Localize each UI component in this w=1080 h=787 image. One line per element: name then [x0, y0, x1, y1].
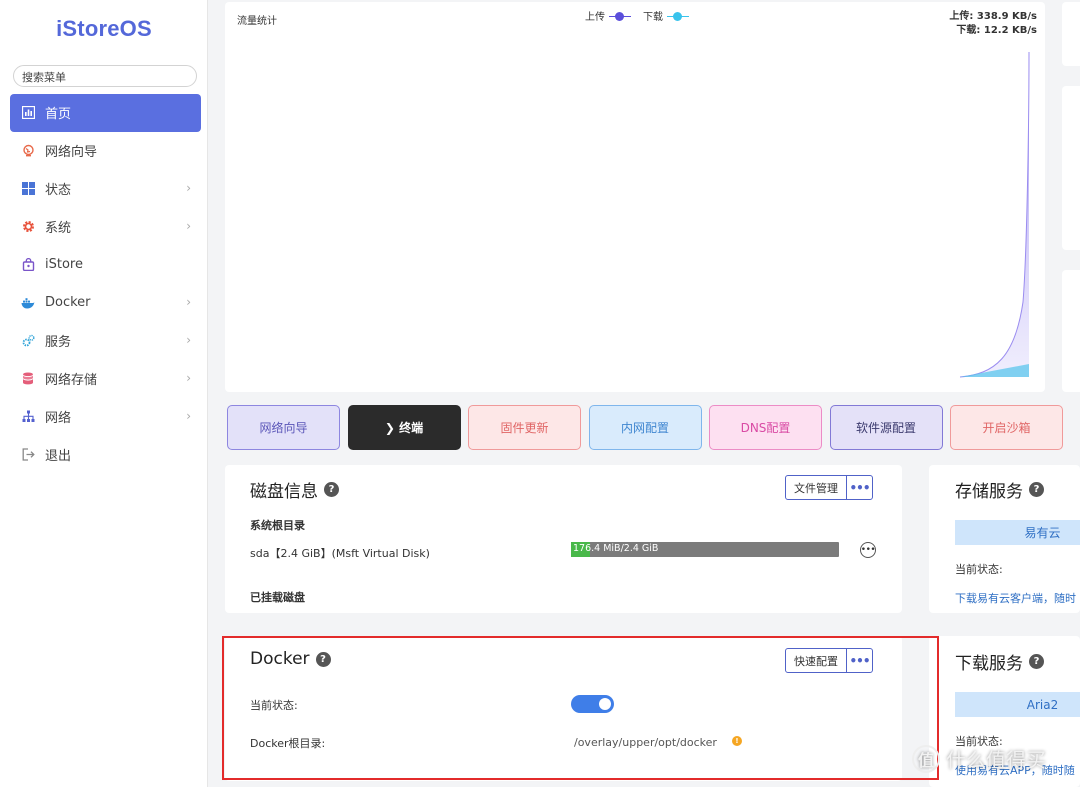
storage-download-link[interactable]: 下载易有云客户端，随时	[955, 590, 1076, 606]
more-dots-icon[interactable]: •••	[847, 476, 872, 499]
sidebar-item-2[interactable]: 状态 ›	[10, 170, 201, 208]
sidebar-item-3[interactable]: 系统 ›	[10, 208, 201, 246]
quick-button-3[interactable]: 内网配置	[588, 405, 702, 450]
chevron-right-icon: ›	[186, 333, 191, 347]
disk-info-title: 磁盘信息 ?	[250, 477, 339, 502]
quick-button-4[interactable]: DNS配置	[709, 405, 822, 450]
mounted-disks-label: 已挂载磁盘	[250, 591, 305, 604]
quick-button-0[interactable]: 网络向导	[227, 405, 340, 450]
chevron-right-icon: ›	[186, 409, 191, 423]
highlight-box	[222, 636, 939, 780]
sidebar-item-8[interactable]: 网络 ›	[10, 398, 201, 436]
database-icon	[21, 372, 35, 386]
app-logo[interactable]: iStoreOS	[0, 16, 208, 42]
sidebar-item-7[interactable]: 网络存储 ›	[10, 360, 201, 398]
disk-name: sda【2.4 GiB】(Msft Virtual Disk)	[250, 547, 430, 560]
storage-status-label: 当前状态:	[955, 563, 1003, 576]
traffic-chart	[959, 51, 1030, 378]
right-card-clipped-2	[1062, 86, 1080, 250]
legend-download-label: 下载	[643, 12, 663, 23]
disk-actions: 文件管理 •••	[785, 475, 873, 500]
file-manager-button[interactable]: 文件管理	[786, 476, 847, 499]
legend-upload-marker	[609, 11, 631, 21]
sidebar-item-label: 状态	[45, 183, 72, 199]
disk-info-title-text: 磁盘信息	[250, 482, 318, 502]
legend-download-marker	[667, 11, 689, 21]
legend-download[interactable]: 下载	[643, 8, 689, 23]
sidebar-item-label: 网络向导	[45, 145, 98, 161]
search-menu-input[interactable]: 搜索菜单	[13, 65, 197, 87]
sidebar-item-label: iStore	[45, 257, 83, 273]
network-tree-icon	[21, 410, 35, 424]
disk-more-icon[interactable]: •••	[860, 542, 876, 558]
storage-service-title-text: 存储服务	[955, 482, 1023, 502]
disk-usage-bar: 176.4 MiB/2.4 GiB	[571, 542, 839, 557]
upload-area	[960, 52, 1029, 377]
watermark-text: 什么值得买	[946, 748, 1046, 772]
download-service-title: 下载服务 ?	[955, 649, 1044, 674]
traffic-title: 流量统计	[237, 16, 277, 27]
upload-rate: 上传: 338.9 KB/s	[949, 11, 1037, 22]
traffic-rates: 上传: 338.9 KB/s 下载: 12.2 KB/s	[949, 10, 1037, 38]
right-card-clipped-3	[1062, 270, 1080, 392]
download-service-bar[interactable]: Aria2	[955, 692, 1080, 717]
sidebar-item-label: 系统	[45, 221, 72, 237]
legend-upload-label: 上传	[585, 12, 605, 23]
chevron-right-icon: ›	[186, 219, 191, 233]
sidebar-item-label: Docker	[45, 295, 91, 311]
sidebar-item-label: 网络	[45, 411, 72, 427]
cogs-icon	[21, 334, 35, 348]
sidebar-item-0[interactable]: 首页	[10, 94, 201, 132]
chart-legend: 上传 下载	[585, 8, 689, 23]
sidebar-item-6[interactable]: 服务 ›	[10, 322, 201, 360]
sidebar-item-label: 网络存储	[45, 373, 98, 389]
sidebar-item-label: 首页	[45, 107, 72, 123]
legend-upload[interactable]: 上传	[585, 8, 631, 23]
sidebar-item-5[interactable]: Docker ›	[10, 284, 201, 322]
store-bag-icon	[21, 258, 35, 272]
help-icon[interactable]: ?	[1029, 654, 1044, 669]
download-service-title-text: 下载服务	[955, 654, 1023, 674]
right-card-clipped-1	[1062, 2, 1080, 66]
download-rate: 下载: 12.2 KB/s	[956, 25, 1037, 36]
docker-whale-icon	[21, 296, 35, 310]
quick-button-2[interactable]: 固件更新	[468, 405, 581, 450]
storage-service-title: 存储服务 ?	[955, 477, 1044, 502]
grid-icon	[21, 182, 35, 196]
quick-button-6[interactable]: 开启沙箱	[950, 405, 1063, 450]
watermark-badge: 值	[912, 744, 940, 773]
traffic-stats-panel: 流量统计 上传 下载 上传: 338.9 KB/s 下载: 12.2 KB/s	[225, 2, 1045, 392]
sidebar-item-4[interactable]: iStore	[10, 246, 201, 284]
disk-usage-text: 176.4 MiB/2.4 GiB	[573, 543, 659, 554]
globe-icon	[21, 144, 35, 158]
system-root-label: 系统根目录	[250, 519, 305, 532]
storage-service-bar[interactable]: 易有云	[955, 520, 1080, 545]
gear-icon	[21, 220, 35, 234]
help-icon[interactable]: ?	[324, 482, 339, 497]
sidebar-item-label: 服务	[45, 335, 72, 351]
watermark: 值 什么值得买	[912, 744, 1046, 773]
quick-button-1[interactable]: ❯ 终端	[347, 405, 461, 450]
chevron-right-icon: ›	[186, 295, 191, 309]
chevron-right-icon: ›	[186, 181, 191, 195]
sidebar-item-9[interactable]: 退出	[10, 436, 201, 474]
quick-button-5[interactable]: 软件源配置	[829, 405, 943, 450]
chevron-right-icon: ›	[186, 371, 191, 385]
dashboard-icon	[21, 106, 35, 120]
sidebar-item-label: 退出	[45, 449, 72, 465]
sidebar-menu: 首页网络向导状态 › 系统 › iStore Docker › 服务 › 网络存储 › 网络 › 退出	[10, 94, 201, 474]
sidebar-item-1[interactable]: 网络向导	[10, 132, 201, 170]
disk-info-card: 磁盘信息 ? 文件管理 ••• 系统根目录 sda【2.4 GiB】(Msft …	[225, 465, 902, 613]
logout-icon	[21, 448, 35, 462]
help-icon[interactable]: ?	[1029, 482, 1044, 497]
sidebar: iStoreOS 搜索菜单 首页 网络向导 状态 › 系统 › iStore Docker › 服…	[0, 0, 208, 787]
